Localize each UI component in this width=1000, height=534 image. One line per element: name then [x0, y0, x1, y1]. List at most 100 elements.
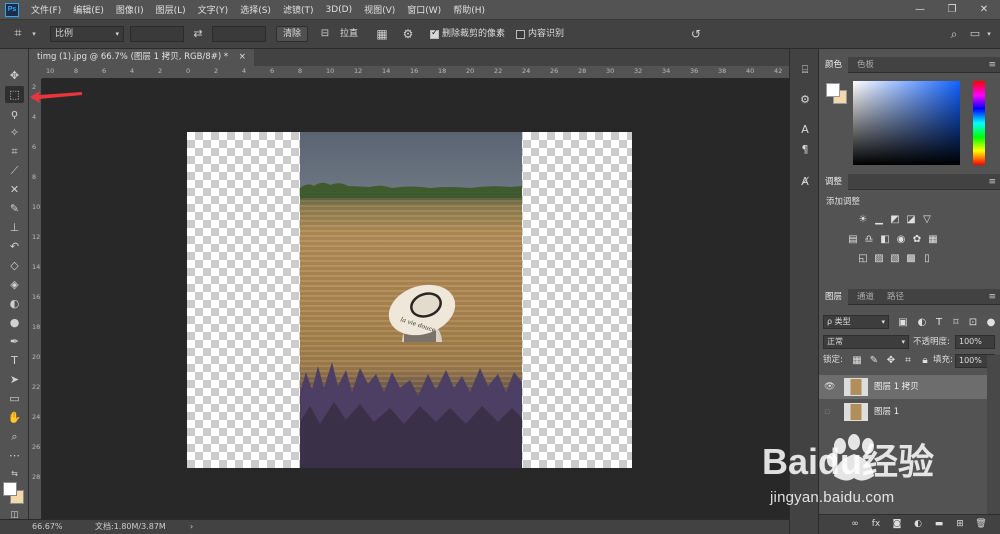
zoom-level[interactable]: 66.67% [32, 520, 63, 534]
filter-shape-icon[interactable]: ⌑ [950, 317, 962, 328]
workspace-icon[interactable]: ▭ [968, 26, 982, 42]
marquee-tool-icon[interactable]: ⬚ [5, 86, 24, 103]
tab-channels[interactable]: 通道 [851, 289, 880, 305]
straighten-icon[interactable]: ⊟ [318, 26, 332, 42]
posterize-icon[interactable]: ▨ [873, 253, 885, 264]
document-tab[interactable]: timg (1).jpg @ 66.7% (图层 1 拷贝, RGB/8#) *… [29, 49, 254, 66]
close-button[interactable]: ✕ [968, 0, 1000, 19]
straighten-button[interactable]: 拉直 [340, 26, 358, 42]
paragraph-panel-icon[interactable]: ¶ [796, 141, 814, 159]
tab-color[interactable]: 颜色 [819, 57, 849, 73]
opacity-input[interactable]: 100% [955, 335, 995, 349]
document-canvas[interactable]: la vie douce [187, 132, 632, 468]
menu-view[interactable]: 视图(V) [358, 3, 401, 16]
curves-icon[interactable]: ◩ [889, 214, 901, 225]
panel-menu-icon[interactable]: ≡ [988, 57, 996, 73]
menu-image[interactable]: 图像(I) [110, 3, 150, 16]
filter-smart-object-icon[interactable]: ⊡ [967, 317, 979, 328]
canvas-area[interactable]: la vie douce [42, 79, 789, 519]
menu-window[interactable]: 窗口(W) [401, 3, 447, 16]
foreground-color-swatch[interactable] [3, 482, 17, 496]
panel-menu-icon[interactable]: ≡ [988, 174, 996, 190]
channel-mixer-icon[interactable]: ✿ [911, 234, 923, 245]
layer-row[interactable]: 👁︎ 图层 1 拷贝 [819, 375, 987, 399]
menu-edit[interactable]: 编辑(E) [67, 3, 110, 16]
brush-tool-icon[interactable]: ✎ [5, 200, 24, 217]
filter-pixel-icon[interactable]: ▣ [897, 317, 909, 328]
menu-filter[interactable]: 滤镜(T) [277, 3, 320, 16]
brightness-icon[interactable]: ☀ [857, 214, 869, 225]
chevron-down-icon[interactable]: ▾ [984, 26, 994, 42]
menu-layer[interactable]: 图层(L) [150, 3, 192, 16]
layer-row[interactable]: ▫ 图层 1 [819, 400, 987, 424]
grid-overlay-icon[interactable]: ▦ [374, 26, 390, 42]
crop-tool-icon[interactable]: ⌗ [5, 143, 24, 160]
levels-icon[interactable]: ▁ [873, 214, 885, 225]
filter-toggle-icon[interactable]: ● [985, 317, 997, 328]
restore-button[interactable]: ❐ [936, 0, 968, 19]
status-menu-arrow-icon[interactable]: › [190, 520, 193, 534]
color-balance-icon[interactable]: ♎ [863, 234, 875, 245]
hue-saturation-icon[interactable]: ▤ [847, 234, 859, 245]
glyphs-panel-icon[interactable]: Ⱥ [796, 173, 814, 191]
hand-tool-icon[interactable]: ✋ [5, 409, 24, 426]
visibility-eye-icon[interactable]: 👁︎ [824, 375, 835, 399]
width-input[interactable] [130, 26, 184, 42]
content-aware-checkbox[interactable] [516, 30, 525, 39]
swap-icon[interactable]: ⇄ [190, 26, 206, 42]
layer-name[interactable]: 图层 1 拷贝 [874, 375, 919, 399]
character-panel-icon[interactable]: A [796, 121, 814, 139]
menu-help[interactable]: 帮助(H) [447, 3, 491, 16]
lock-artboard-icon[interactable]: ⌗ [902, 355, 914, 366]
menu-select[interactable]: 选择(S) [234, 3, 277, 16]
clone-stamp-tool-icon[interactable]: ⊥ [5, 219, 24, 236]
zoom-tool-icon[interactable]: ⌕ [5, 428, 24, 445]
tab-swatches[interactable]: 色板 [851, 57, 880, 73]
selective-color-icon[interactable]: ▯ [921, 253, 933, 264]
height-input[interactable] [212, 26, 266, 42]
rectangle-tool-icon[interactable]: ▭ [5, 390, 24, 407]
ratio-select[interactable]: 比例 ▾ [50, 26, 124, 42]
more-tools-icon[interactable]: ⋯ [5, 447, 24, 464]
eraser-tool-icon[interactable]: ◇ [5, 257, 24, 274]
menu-file[interactable]: 文件(F) [25, 3, 67, 16]
tab-layers[interactable]: 图层 [819, 289, 849, 305]
lock-position-icon[interactable]: ✥ [885, 355, 897, 366]
chevron-down-icon[interactable]: ▾ [30, 26, 38, 42]
menu-3d[interactable]: 3D(D) [319, 5, 358, 15]
history-panel-icon[interactable]: ⌸ [796, 61, 814, 79]
eyedropper-tool-icon[interactable]: ⟋ [5, 162, 24, 179]
color-picker-field[interactable] [853, 81, 960, 165]
lasso-tool-icon[interactable]: ϙ [5, 105, 24, 122]
history-brush-tool-icon[interactable]: ↶ [5, 238, 24, 255]
swap-colors-icon[interactable]: ⇆ [5, 465, 24, 482]
panel-foreground-swatch[interactable] [826, 83, 840, 97]
blur-tool-icon[interactable]: ◐ [5, 295, 24, 312]
blend-mode-select[interactable]: 正常 ▾ [823, 335, 909, 349]
filter-adjustment-icon[interactable]: ◐ [916, 317, 928, 328]
gear-icon[interactable]: ⚙ [400, 26, 416, 42]
gradient-map-icon[interactable]: ▩ [905, 253, 917, 264]
close-tab-icon[interactable]: × [239, 52, 246, 62]
lock-all-icon[interactable]: 🔒︎ [919, 355, 931, 366]
crop-tool-preset-icon[interactable]: ⌗ [8, 26, 28, 42]
color-lookup-icon[interactable]: ▦ [927, 234, 939, 245]
healing-brush-tool-icon[interactable]: ✕ [5, 181, 24, 198]
layer-filter-select[interactable]: ρ 类型 ▾ [823, 315, 889, 329]
vibrance-icon[interactable]: ▽ [921, 214, 933, 225]
hue-slider[interactable] [973, 81, 985, 165]
clear-button[interactable]: 清除 [276, 26, 309, 42]
lock-transparent-icon[interactable]: ▦ [851, 355, 863, 366]
magic-wand-tool-icon[interactable]: ✧ [5, 124, 24, 141]
path-selection-tool-icon[interactable]: ➤ [5, 371, 24, 388]
exposure-icon[interactable]: ◪ [905, 214, 917, 225]
layer-name[interactable]: 图层 1 [874, 400, 899, 424]
minimize-button[interactable]: — [904, 0, 936, 19]
lock-image-icon[interactable]: ✎ [868, 355, 880, 366]
move-tool-icon[interactable]: ✥ [5, 67, 24, 84]
tab-paths[interactable]: 路径 [881, 289, 910, 305]
menu-type[interactable]: 文字(Y) [192, 3, 235, 16]
visibility-off-icon[interactable]: ▫ [824, 400, 830, 424]
reset-icon[interactable]: ↺ [688, 26, 704, 42]
photo-filter-icon[interactable]: ◉ [895, 234, 907, 245]
